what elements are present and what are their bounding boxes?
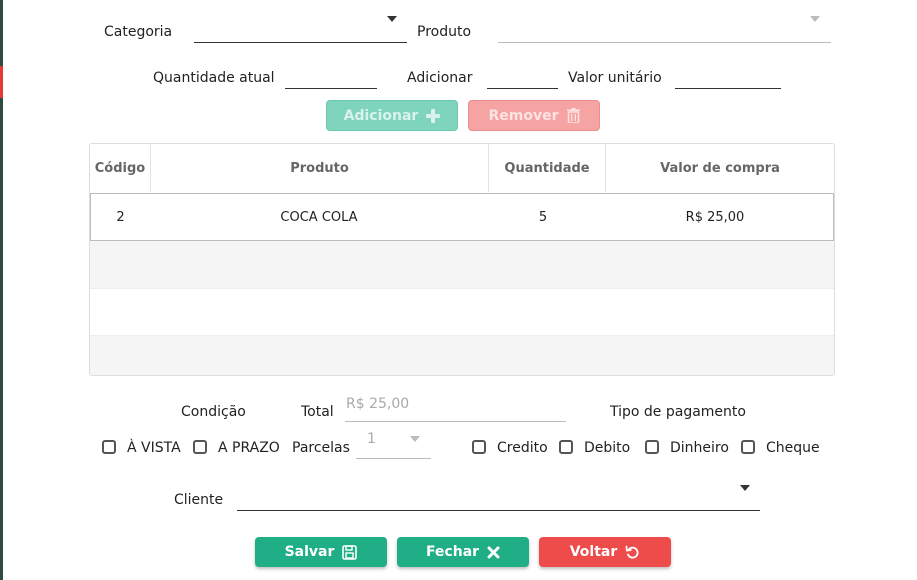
plus-icon — [426, 108, 441, 123]
a-prazo-checkbox[interactable] — [193, 440, 207, 454]
undo-icon — [625, 545, 640, 560]
quantidade-atual-label: Quantidade atual — [153, 70, 275, 86]
parcelas-label: Parcelas — [292, 440, 350, 456]
fechar-label: Fechar — [425, 544, 480, 560]
table-row-empty — [90, 288, 834, 336]
produto-label: Produto — [417, 24, 472, 40]
remove-item-label: Remover — [488, 107, 559, 124]
cell-quantidade: 5 — [538, 209, 548, 225]
tipo-pagamento-label: Tipo de pagamento — [610, 404, 746, 420]
column-header-produto[interactable]: Produto — [151, 144, 489, 192]
produto-select[interactable] — [498, 42, 831, 43]
parcelas-value: 1 — [367, 431, 376, 447]
table-row[interactable]: 2 COCA COLA 5 R$ 25,00 — [90, 193, 834, 241]
voltar-label: Voltar — [569, 544, 618, 560]
close-icon — [487, 546, 500, 559]
remove-item-button[interactable]: Remover — [468, 100, 600, 131]
dinheiro-label[interactable]: Dinheiro — [670, 440, 729, 456]
adicionar-quantidade-label: Adicionar — [407, 70, 473, 86]
categoria-select[interactable] — [194, 42, 407, 43]
credito-checkbox[interactable] — [472, 440, 486, 454]
cell-produto: COCA COLA — [280, 209, 358, 225]
categoria-dropdown-icon[interactable] — [387, 16, 397, 22]
voltar-button[interactable]: Voltar — [539, 537, 671, 567]
parcelas-select[interactable] — [356, 458, 431, 459]
a-vista-checkbox[interactable] — [102, 440, 116, 454]
save-icon — [342, 544, 358, 560]
adicionar-quantidade-field[interactable] — [487, 88, 558, 89]
total-value: R$ 25,00 — [346, 396, 410, 412]
salvar-button[interactable]: Salvar — [255, 537, 387, 567]
dinheiro-checkbox[interactable] — [645, 440, 659, 454]
produto-dropdown-icon[interactable] — [810, 16, 820, 22]
cheque-checkbox[interactable] — [741, 440, 755, 454]
cliente-select[interactable] — [237, 510, 760, 511]
valor-unitario-label: Valor unitário — [568, 70, 662, 86]
fechar-button[interactable]: Fechar — [397, 537, 529, 567]
credito-label[interactable]: Credito — [497, 440, 548, 456]
salvar-label: Salvar — [284, 544, 335, 560]
left-sidebar-accent — [0, 66, 3, 98]
column-header-valor-compra[interactable]: Valor de compra — [606, 144, 834, 192]
cell-valor: R$ 25,00 — [685, 209, 745, 225]
categoria-label: Categoria — [104, 24, 173, 40]
table-row-empty — [90, 336, 834, 375]
cliente-label: Cliente — [174, 492, 224, 508]
add-item-button[interactable]: Adicionar — [326, 100, 458, 131]
column-header-codigo[interactable]: Código — [90, 144, 151, 192]
condicao-label: Condição — [181, 404, 246, 420]
quantidade-atual-field[interactable] — [285, 88, 377, 89]
add-item-label: Adicionar — [343, 107, 419, 124]
valor-unitario-field[interactable] — [675, 88, 781, 89]
a-vista-label[interactable]: À VISTA — [127, 440, 181, 456]
cheque-label[interactable]: Cheque — [766, 440, 820, 456]
items-table: Código Produto Quantidade Valor de compr… — [89, 143, 835, 376]
parcelas-dropdown-icon[interactable] — [410, 436, 420, 442]
debito-label[interactable]: Debito — [584, 440, 630, 456]
cell-codigo: 2 — [116, 209, 125, 225]
trash-icon — [566, 108, 580, 123]
column-header-quantidade[interactable]: Quantidade — [489, 144, 606, 192]
cliente-dropdown-icon[interactable] — [740, 485, 750, 491]
total-field — [345, 421, 566, 422]
debito-checkbox[interactable] — [559, 440, 573, 454]
table-row-empty — [90, 241, 834, 289]
a-prazo-label[interactable]: A PRAZO — [218, 440, 280, 456]
total-label: Total — [301, 404, 334, 420]
